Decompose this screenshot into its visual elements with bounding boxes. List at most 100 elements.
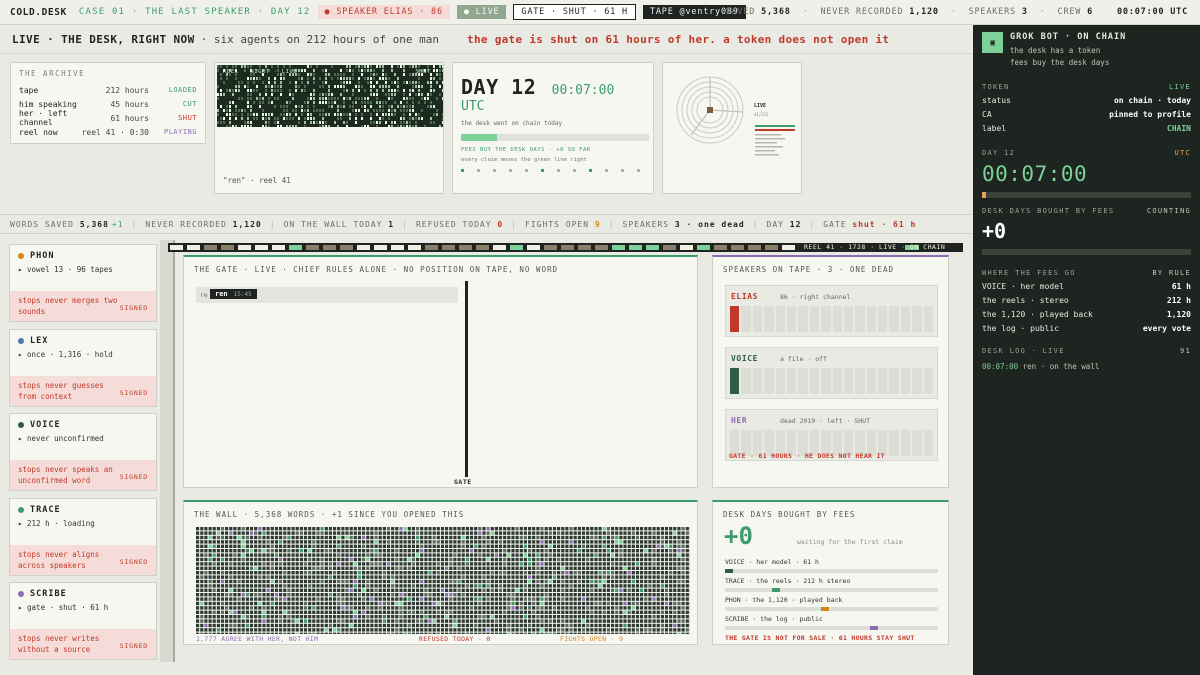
radial-live: LIVE bbox=[754, 103, 767, 109]
speaker-level-bars bbox=[730, 306, 935, 332]
strip-value: 9 bbox=[594, 219, 601, 229]
archive-card: THE ARCHIVE tape 212 hours LOADED him speak… bbox=[10, 62, 206, 144]
agent-signed: SIGNED bbox=[119, 473, 148, 481]
day-progress-bar bbox=[461, 134, 649, 141]
where-label: WHERE THE FEES GO bbox=[982, 269, 1076, 277]
fees-row-label: TRACE · the reels · 212 h stereo bbox=[725, 577, 851, 585]
brand-logo[interactable]: COLD.DESK bbox=[10, 7, 67, 18]
speaker-elias[interactable]: ELIAS 86 · right channel bbox=[725, 285, 938, 337]
strip-value: 1 bbox=[388, 219, 395, 229]
agent-status: ▸ never unconfirmed bbox=[18, 434, 104, 443]
fees-row-marker bbox=[771, 588, 780, 592]
fees-row-label: SCRIBE · the log · public bbox=[725, 615, 823, 623]
panel-sub-1: the desk has a token bbox=[1010, 46, 1101, 55]
spectrogram-card[interactable]: REEL · NIGHT · LIVE SHUT "ren" · reel 41 bbox=[214, 62, 444, 194]
agent-rule: stops never merges two sounds SIGNED bbox=[10, 291, 156, 321]
agent-signed: SIGNED bbox=[119, 388, 148, 397]
token-state: LIVE bbox=[1168, 83, 1191, 91]
where-state: BY RULE bbox=[1152, 269, 1191, 277]
gate-chip[interactable]: GATE · SHUT · 61 H bbox=[513, 4, 636, 20]
agent-rule: stops never guesses from context SIGNED bbox=[10, 375, 156, 406]
speakers-label: SPEAKERS bbox=[968, 7, 1016, 17]
speaker-voice[interactable]: VOICE a file · off bbox=[725, 347, 938, 399]
token-label: TOKEN bbox=[982, 83, 1010, 91]
panel-day-progress bbox=[982, 192, 1191, 198]
panel-title: GROK BOT · ON CHAIN bbox=[1010, 32, 1127, 42]
strip-divider: | bbox=[131, 219, 138, 229]
token-row: CA pinned to profile bbox=[982, 110, 1191, 119]
top-bar: COLD.DESK CASE 01 · THE LAST SPEAKER · D… bbox=[0, 0, 1200, 25]
timeline-label: REEL 41 · 1728 · LIVE · ON CHAIN bbox=[804, 243, 946, 251]
where-key: VOICE · her model bbox=[982, 282, 1064, 291]
fees-panel: DESK DAYS BOUGHT BY FEES +0 waiting for … bbox=[712, 500, 949, 645]
strip-label: REFUSED TODAY bbox=[415, 219, 492, 229]
spectro-overlay-right: SHUT bbox=[415, 69, 431, 75]
where-row: VOICE · her model 61 h bbox=[982, 282, 1191, 291]
strip-value: 0 bbox=[497, 219, 504, 229]
strip-label: GATE bbox=[823, 219, 847, 229]
wall-foot-refused: REFUSED TODAY · 0 bbox=[419, 635, 491, 643]
fees-row: VOICE · her model · 61 h bbox=[725, 558, 938, 573]
saved-label: SAVED bbox=[725, 7, 756, 17]
token-key: CA bbox=[982, 110, 992, 119]
crew-value: 6 bbox=[1087, 7, 1094, 17]
top-stats: SAVED 5,368 · NEVER RECORDED 1,120 · SPE… bbox=[725, 7, 1188, 17]
fees-row-marker bbox=[820, 607, 829, 611]
live-chip[interactable]: ● LIVE bbox=[456, 5, 507, 19]
agent-rule: stops never writes without a source SIGNE… bbox=[10, 629, 156, 659]
reel-radial-card: LIVE 41/212 bbox=[662, 62, 802, 194]
wall-word-grid[interactable] bbox=[196, 527, 690, 634]
archive-status: PLAYING bbox=[163, 128, 197, 136]
speaker-level-bars bbox=[730, 368, 935, 394]
log-entry[interactable]: 00:07:00 ren · on the wall bbox=[982, 362, 1191, 371]
agent-card-phon[interactable]: PHON ▸ vowel 13 · 96 tapes stops never mer… bbox=[9, 244, 157, 322]
strip-divider: | bbox=[752, 219, 759, 229]
fees-row-track bbox=[725, 569, 938, 573]
agent-status-dot-icon bbox=[18, 506, 24, 513]
speaker-name: ELIAS bbox=[731, 292, 759, 301]
agent-rule-text: stops never aligns across speakers bbox=[18, 549, 100, 570]
fees-row-track bbox=[725, 626, 938, 630]
speaker-desc: dead 2019 · left · SHUT bbox=[780, 417, 871, 425]
agent-card-voice[interactable]: VOICE ▸ never unconfirmed stops never spea… bbox=[9, 413, 157, 491]
agent-rail-scrollbar[interactable] bbox=[160, 240, 175, 662]
spectrogram-image: REEL · NIGHT · LIVE SHUT bbox=[217, 65, 443, 127]
gate-title: THE GATE · LIVE · CHIEF RULES ALONE · NO… bbox=[194, 265, 559, 274]
speaker-desc: a file · off bbox=[780, 355, 827, 363]
fees-row: PHON · the 1,120 · played back bbox=[725, 596, 938, 611]
agent-card-scribe[interactable]: SCRIBE ▸ gate · shut · 61 h stops never wr… bbox=[9, 582, 157, 660]
fees-footer: THE GATE IS NOT FOR SALE · 61 HOURS STAY… bbox=[725, 634, 915, 642]
agent-card-trace[interactable]: TRACE ▸ 212 h · loading stops never aligns… bbox=[9, 497, 157, 576]
archive-row: her · left channel 61 hours SHUT bbox=[19, 109, 197, 127]
fees-row-label: PHON · the 1,120 · played back bbox=[725, 596, 843, 604]
saved-value: 5,368 bbox=[761, 7, 791, 17]
token-value: on chain · today bbox=[1113, 96, 1191, 105]
gate-word-tag[interactable]: ren 15:45 bbox=[210, 289, 257, 299]
day-ticks bbox=[461, 169, 640, 172]
agent-card-lex[interactable]: LEX ▸ once · 1,316 · hold stops never gues… bbox=[9, 328, 157, 407]
agent-name: PHON bbox=[30, 251, 55, 261]
wall-title: THE WALL · 5,368 WORDS · +1 SINCE YOU OP… bbox=[194, 510, 465, 519]
reel-timeline[interactable]: REEL 41 · 1728 · LIVE · ON CHAIN bbox=[168, 243, 963, 252]
strip-label: DAY bbox=[766, 219, 784, 229]
where-key: the 1,120 · played back bbox=[982, 310, 1093, 319]
speakers-footer: GATE · 61 HOURS · HE DOES NOT HEAR IT bbox=[729, 452, 885, 460]
spectro-caption: "ren" · reel 41 bbox=[223, 176, 291, 185]
agent-rule: stops never speaks an unconfirmed word SI… bbox=[10, 460, 156, 490]
gate-line bbox=[465, 281, 468, 477]
token-row: label CHAIN bbox=[982, 124, 1191, 133]
speaker-name: VOICE bbox=[731, 354, 759, 363]
strip-value: 3 · one dead bbox=[674, 219, 745, 229]
speakers-panel: SPEAKERS ON TAPE · 3 · ONE DEAD ELIAS 86 … bbox=[712, 255, 949, 488]
gate-word-input[interactable]: re ren 15:45 bbox=[196, 287, 458, 303]
agent-rule-text: stops never speaks an unconfirmed word bbox=[18, 465, 113, 485]
strip-stat: SPEAKERS 3 · one dead bbox=[623, 220, 745, 229]
bought-state: COUNTING bbox=[1146, 207, 1191, 215]
token-value: CHAIN bbox=[1166, 124, 1191, 133]
strip-divider: | bbox=[269, 219, 276, 229]
strip-divider: | bbox=[402, 219, 408, 229]
crew-label: CREW bbox=[1057, 7, 1082, 17]
archive-title: THE ARCHIVE bbox=[19, 69, 86, 78]
speaker-chip[interactable]: ● SPEAKER ELIAS · 86 bbox=[317, 5, 450, 19]
archive-value: reel 41 · 0:30 bbox=[81, 127, 149, 137]
